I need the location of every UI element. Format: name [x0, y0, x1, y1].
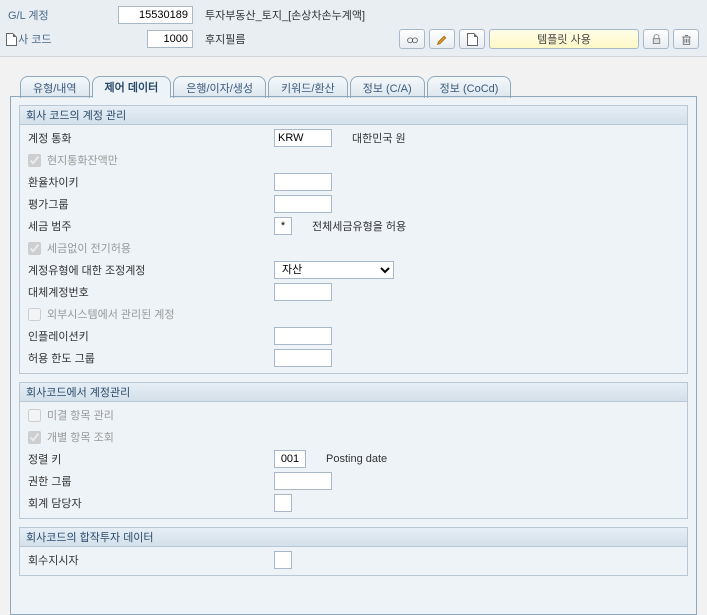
- account-currency-label: 계정 통화: [24, 130, 274, 146]
- valuation-group-input[interactable]: [274, 195, 332, 213]
- post-without-tax-label: 세금없이 전기허용: [47, 240, 131, 256]
- open-item-mgmt-check: [28, 409, 41, 422]
- template-button[interactable]: 템플릿 사용: [489, 29, 639, 49]
- company-code-input[interactable]: [147, 30, 193, 48]
- tab-keyword-trans[interactable]: 키워드/환산: [268, 76, 348, 98]
- recon-account-type-label: 계정유형에 대한 조정계정: [24, 262, 274, 278]
- lock-button[interactable]: [643, 29, 669, 49]
- account-currency-desc: 대한민국 원: [352, 130, 406, 146]
- gl-account-label: G/L 계정: [8, 7, 118, 23]
- tax-category-desc: 전체세금유형을 허용: [312, 218, 406, 234]
- tab-control-data[interactable]: 제어 데이터: [92, 76, 172, 98]
- alt-account-no-label: 대체계정번호: [24, 284, 274, 300]
- group-account-mgmt-cc: 회사코드에서 계정관리 미결 항목 관리 개별 항목 조회 정렬 키 Posti…: [19, 382, 688, 519]
- post-without-tax-check: [28, 242, 41, 255]
- ext-managed-label: 외부시스템에서 관리된 계정: [47, 306, 175, 322]
- sort-key-label: 정렬 키: [24, 451, 274, 467]
- accounting-clerk-input[interactable]: [274, 494, 292, 512]
- line-item-display-check: [28, 431, 41, 444]
- recon-account-type-select[interactable]: 자산: [274, 261, 394, 279]
- tab-content: 회사 코드의 계정 관리 계정 통화 대한민국 원 현지통화잔액만 환율차이키 …: [10, 97, 697, 615]
- template-button-label: 템플릿 사용: [537, 31, 591, 47]
- exchange-rate-diff-key-input[interactable]: [274, 173, 332, 191]
- header: G/L 계정 투자부동산_토지_[손상차손누계액] 회사 코드 후지필름: [0, 0, 707, 57]
- group-account-control-cc: 회사 코드의 계정 관리 계정 통화 대한민국 원 현지통화잔액만 환율차이키 …: [19, 105, 688, 374]
- group-title: 회사코드의 합작투자 데이터: [20, 528, 687, 547]
- line-item-display-label: 개별 항목 조회: [47, 429, 114, 445]
- inflation-key-label: 인플레이션키: [24, 328, 274, 344]
- accounting-clerk-label: 회계 담당자: [24, 495, 274, 511]
- ext-managed-check: [28, 308, 41, 321]
- group-title: 회사코드에서 계정관리: [20, 383, 687, 402]
- group-joint-venture-cc: 회사코드의 합작투자 데이터 회수지시자: [19, 527, 688, 576]
- recovery-indicator-label: 회수지시자: [24, 552, 274, 568]
- document-icon: [6, 33, 17, 46]
- glasses-button[interactable]: [399, 29, 425, 49]
- tab-info-cocd[interactable]: 정보 (CoCd): [427, 76, 512, 98]
- new-doc-button[interactable]: [459, 29, 485, 49]
- open-item-mgmt-label: 미결 항목 관리: [47, 407, 114, 423]
- document-icon: [467, 33, 478, 46]
- group-title: 회사 코드의 계정 관리: [20, 106, 687, 125]
- tax-category-input[interactable]: [274, 217, 292, 235]
- toolbar: 템플릿 사용: [395, 29, 699, 49]
- authorization-group-input[interactable]: [274, 472, 332, 490]
- exchange-rate-diff-key-label: 환율차이키: [24, 174, 274, 190]
- recovery-indicator-input[interactable]: [274, 551, 292, 569]
- tab-type-desc[interactable]: 유형/내역: [20, 76, 90, 98]
- sort-key-desc: Posting date: [326, 453, 387, 465]
- inflation-key-input[interactable]: [274, 327, 332, 345]
- local-currency-only-check: [28, 154, 41, 167]
- tab-info-ca[interactable]: 정보 (C/A): [350, 76, 425, 98]
- tax-category-label: 세금 범주: [24, 218, 274, 234]
- gl-account-desc: 투자부동산_토지_[손상차손누계액]: [205, 7, 365, 23]
- account-currency-input[interactable]: [274, 129, 332, 147]
- sort-key-input[interactable]: [274, 450, 306, 468]
- company-code-label: 회사 코드: [8, 31, 118, 47]
- authorization-group-label: 권한 그룹: [24, 473, 274, 489]
- gl-account-input[interactable]: [118, 6, 193, 24]
- tabstrip: 유형/내역 제어 데이터 은행/이자/생성 키워드/환산 정보 (C/A) 정보…: [0, 57, 707, 97]
- local-currency-only-label: 현지통화잔액만: [47, 152, 118, 168]
- tolerance-group-label: 허용 한도 그룹: [24, 350, 274, 366]
- tolerance-group-input[interactable]: [274, 349, 332, 367]
- valuation-group-label: 평가그룹: [24, 196, 274, 212]
- delete-button[interactable]: [673, 29, 699, 49]
- edit-button[interactable]: [429, 29, 455, 49]
- alt-account-no-input[interactable]: [274, 283, 332, 301]
- company-code-desc: 후지필름: [205, 31, 245, 47]
- tab-bank-interest[interactable]: 은행/이자/생성: [173, 76, 266, 98]
